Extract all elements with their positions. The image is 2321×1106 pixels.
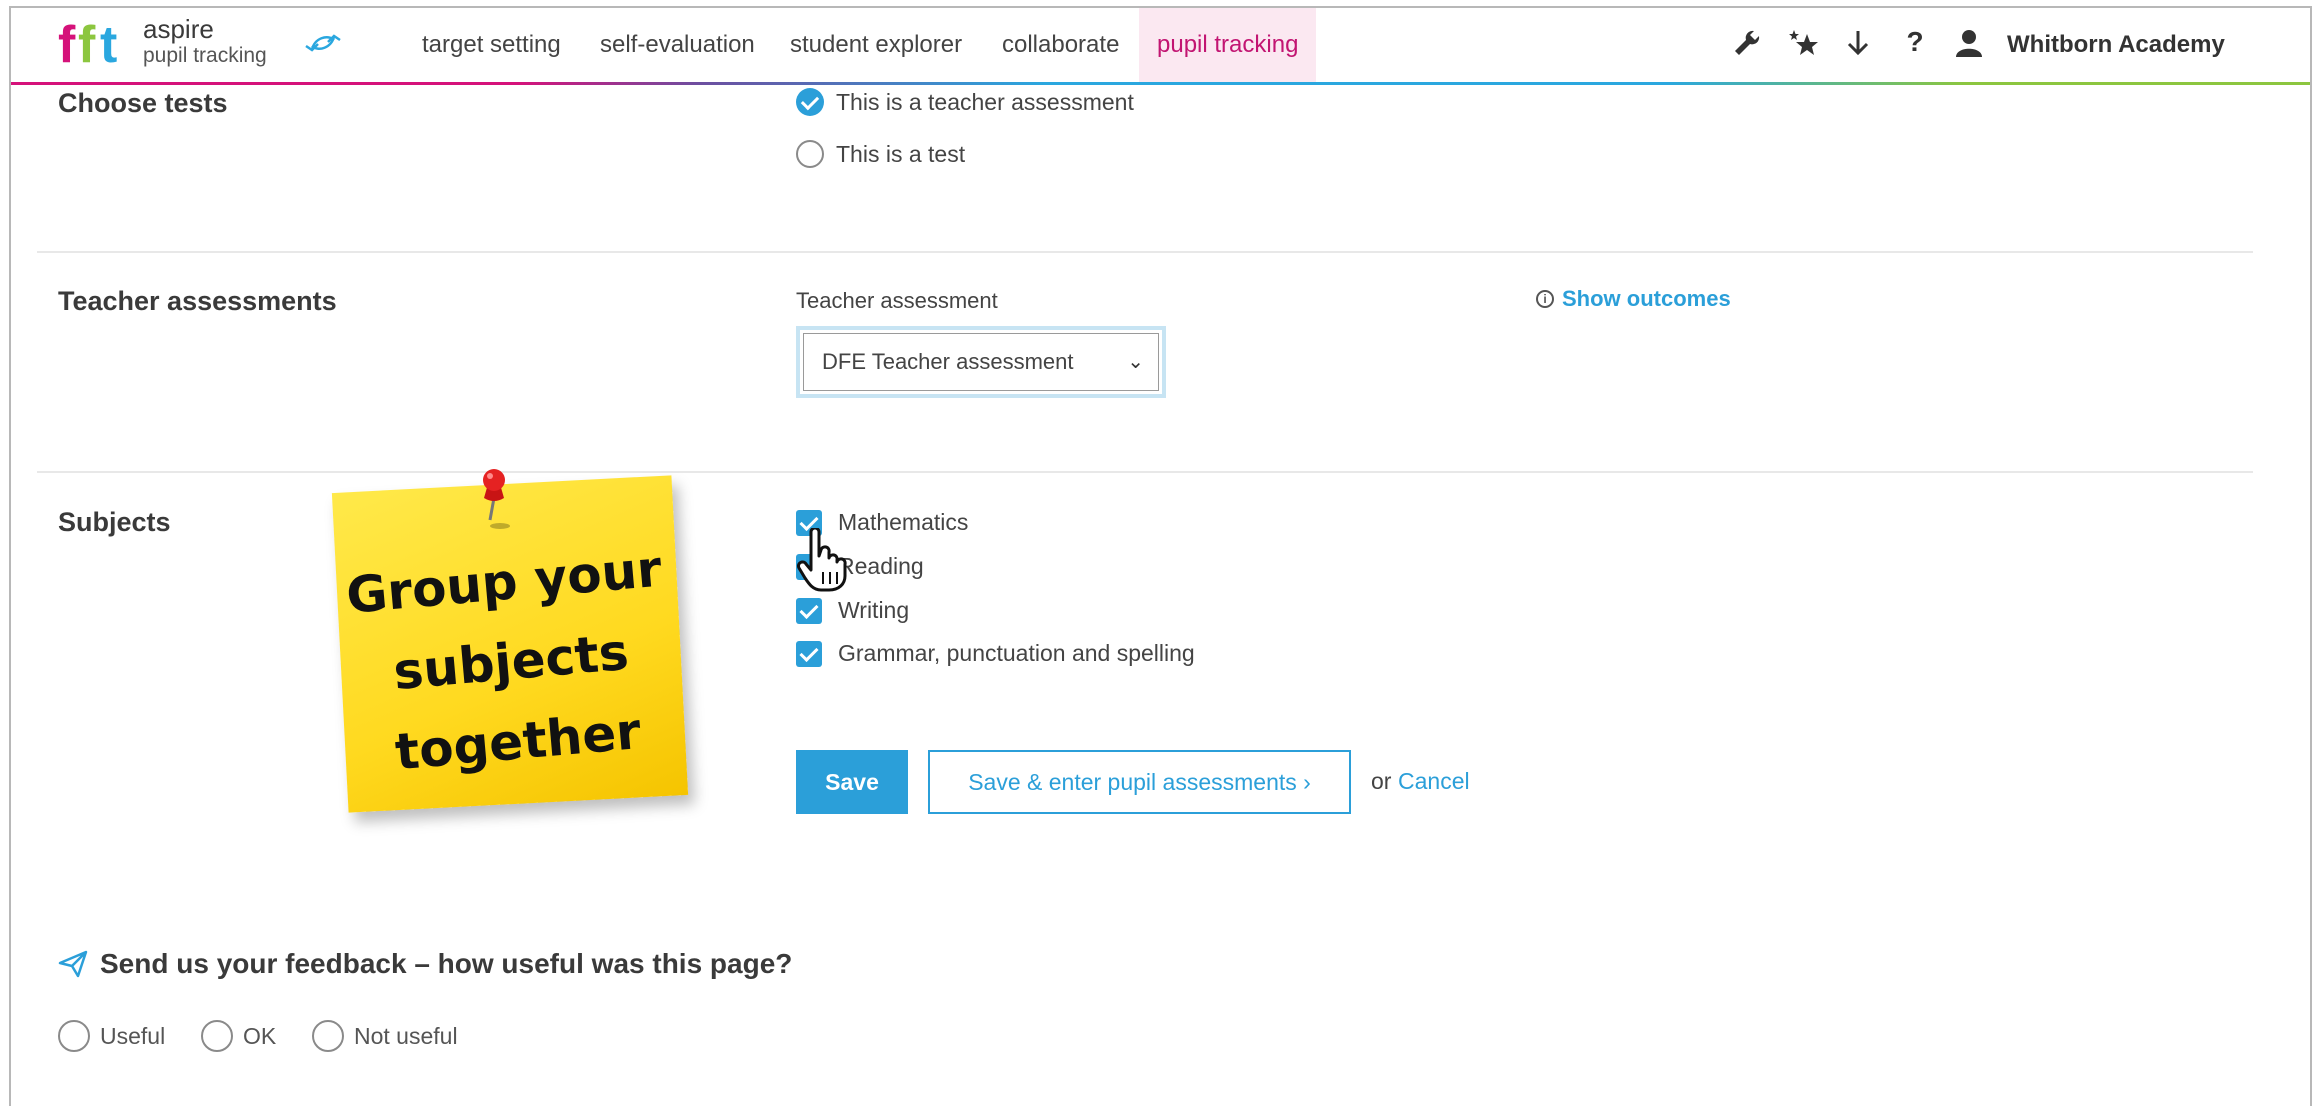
subject-grammar[interactable]: Grammar, punctuation and spelling (796, 640, 1195, 667)
pushpin-icon (483, 469, 510, 529)
hand-cursor-icon (797, 528, 847, 592)
wrench-icon[interactable] (1732, 28, 1762, 58)
stars-icon[interactable] (1788, 28, 1818, 58)
nav-collaborate[interactable]: collaborate (1002, 8, 1119, 82)
feedback-label: Useful (100, 1022, 166, 1049)
or-text: or (1371, 768, 1392, 794)
feedback-label: Not useful (354, 1022, 458, 1049)
feedback-not-useful[interactable]: Not useful (312, 1020, 458, 1052)
radio-unselected[interactable] (58, 1020, 90, 1052)
svg-text:f: f (78, 16, 96, 70)
show-outcomes-label: Show outcomes (1562, 286, 1731, 311)
feedback-label: OK (243, 1022, 277, 1049)
cancel-link[interactable]: Cancel (1398, 768, 1470, 795)
choose-tests-title: Choose tests (58, 88, 228, 118)
teacher-assessment-select-focus: DFE Teacher assessment ⌄ (796, 326, 1166, 398)
radio-label: This is a teacher assessment (836, 88, 1134, 115)
feedback-useful[interactable]: Useful (58, 1020, 165, 1052)
radio-unselected[interactable] (312, 1020, 344, 1052)
logo-wordmark: aspire (143, 14, 214, 44)
sticky-note-text: Group your subjects together (331, 528, 691, 797)
radio-unselected[interactable] (201, 1020, 233, 1052)
info-icon: i (1536, 290, 1554, 308)
feedback-title: Send us your feedback – how useful was t… (58, 948, 792, 980)
radio-test[interactable]: This is a test (796, 140, 965, 168)
teacher-assessment-label: Teacher assessment (796, 288, 998, 313)
feedback-title-text: Send us your feedback – how useful was t… (100, 948, 793, 979)
teacher-assessment-select[interactable]: DFE Teacher assessment ⌄ (803, 333, 1159, 391)
section-divider (37, 471, 2253, 473)
select-value: DFE Teacher assessment (822, 349, 1074, 374)
feedback-ok[interactable]: OK (201, 1020, 276, 1052)
nav-student-explorer[interactable]: student explorer (790, 8, 962, 82)
nav-target-setting[interactable]: target setting (422, 8, 561, 82)
teacher-assessments-title: Teacher assessments (58, 286, 337, 316)
download-icon[interactable] (1843, 28, 1873, 58)
radio-selected[interactable] (796, 88, 824, 116)
radio-unselected[interactable] (796, 140, 824, 168)
section-divider (37, 251, 2253, 253)
checkbox-checked[interactable] (796, 597, 822, 624)
svg-text:t: t (100, 16, 117, 70)
show-outcomes-link[interactable]: i Show outcomes (1536, 286, 1731, 312)
subject-label: Writing (838, 597, 910, 623)
subject-label: Grammar, punctuation and spelling (838, 640, 1195, 666)
help-icon[interactable]: ? (1900, 26, 1930, 57)
radio-label: This is a test (836, 140, 966, 167)
fft-logo: f f t (58, 16, 117, 70)
header-gradient-line (11, 82, 2310, 85)
logo-subtitle: pupil tracking (143, 44, 267, 67)
organisation-name[interactable]: Whitborn Academy (2007, 8, 2225, 82)
nav-pupil-tracking[interactable]: pupil tracking (1139, 8, 1317, 82)
nav-self-evaluation[interactable]: self-evaluation (600, 8, 755, 82)
checkbox-checked[interactable] (796, 640, 822, 667)
chevron-down-icon: ⌄ (1127, 351, 1144, 373)
save-and-enter-button[interactable]: Save & enter pupil assessments › (928, 750, 1351, 814)
subject-label: Mathematics (838, 509, 969, 535)
user-icon[interactable] (1954, 28, 1984, 58)
subjects-title: Subjects (58, 507, 171, 537)
paper-plane-icon (58, 950, 88, 978)
subject-writing[interactable]: Writing (796, 597, 909, 624)
save-button[interactable]: Save (796, 750, 908, 814)
svg-text:f: f (58, 16, 76, 70)
switch-app-icon[interactable] (302, 28, 344, 58)
radio-teacher-assessment[interactable]: This is a teacher assessment (796, 88, 1134, 116)
